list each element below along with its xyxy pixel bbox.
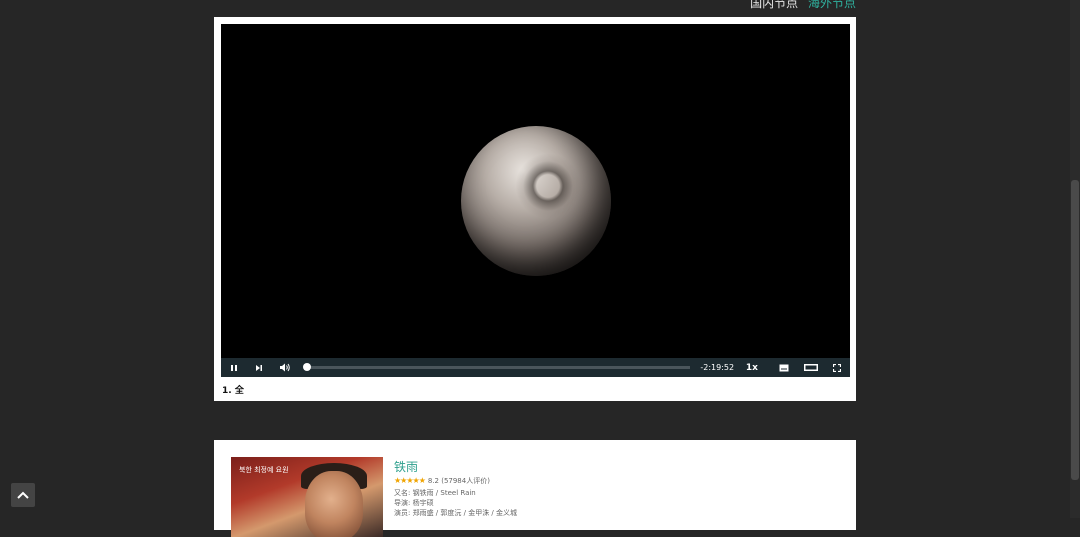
- theater-mode-button[interactable]: [797, 358, 824, 377]
- fullscreen-icon: [833, 363, 842, 372]
- poster-face: [305, 471, 363, 537]
- speed-button[interactable]: 1x: [732, 358, 771, 377]
- skip-next-icon: [256, 364, 263, 371]
- movie-cast: 演员: 郑雨盛 / 郭度沅 / 金甲洙 / 金义城: [394, 509, 518, 517]
- pause-icon: [230, 364, 237, 371]
- progress-handle[interactable]: [302, 363, 311, 371]
- pause-button[interactable]: [221, 358, 247, 377]
- player-controls: -2:19:52 1x: [221, 358, 850, 377]
- subtitles-button[interactable]: [771, 358, 797, 377]
- time-remaining: -2:19:52: [700, 363, 735, 372]
- movie-alias: 又名: 钢铁雨 / Steel Rain: [394, 489, 476, 497]
- rating-text: 8.2 (57984人评价): [427, 477, 490, 485]
- domestic-node-link[interactable]: 国内节点: [750, 0, 798, 10]
- back-to-top-button[interactable]: [11, 483, 35, 507]
- subtitles-icon: [779, 364, 789, 371]
- page-scrollbar[interactable]: [1070, 0, 1080, 518]
- movie-poster[interactable]: 북한 최정예 요원: [231, 457, 383, 537]
- next-button[interactable]: [247, 358, 273, 377]
- scrollbar-thumb[interactable]: [1071, 180, 1079, 480]
- movie-director: 导演: 杨宇硕: [394, 499, 434, 507]
- volume-icon: [280, 363, 291, 372]
- video-area[interactable]: [221, 24, 850, 358]
- node-links: 国内节点 海外节点: [744, 0, 856, 11]
- movie-title[interactable]: 铁雨: [394, 458, 418, 475]
- poster-caption: 북한 최정예 요원: [239, 466, 289, 474]
- widescreen-icon: [803, 364, 818, 371]
- episode-item[interactable]: 1. 全: [222, 383, 244, 396]
- movie-info-card: 북한 최정예 요원 铁雨 ★★★★★ 8.2 (57984人评价) 又名: 钢铁雨…: [214, 440, 856, 537]
- rating-line: ★★★★★ 8.2 (57984人评价): [394, 476, 490, 486]
- fullscreen-button[interactable]: [824, 358, 850, 377]
- video-player-card: -2:19:52 1x 1. 全: [214, 17, 856, 401]
- loading-sphere: [461, 126, 611, 276]
- rating-stars: ★★★★★: [394, 476, 426, 485]
- volume-button[interactable]: [272, 358, 299, 377]
- overseas-node-link[interactable]: 海外节点: [808, 0, 856, 10]
- chevron-up-icon: [17, 491, 29, 499]
- progress-bar[interactable]: [302, 363, 691, 371]
